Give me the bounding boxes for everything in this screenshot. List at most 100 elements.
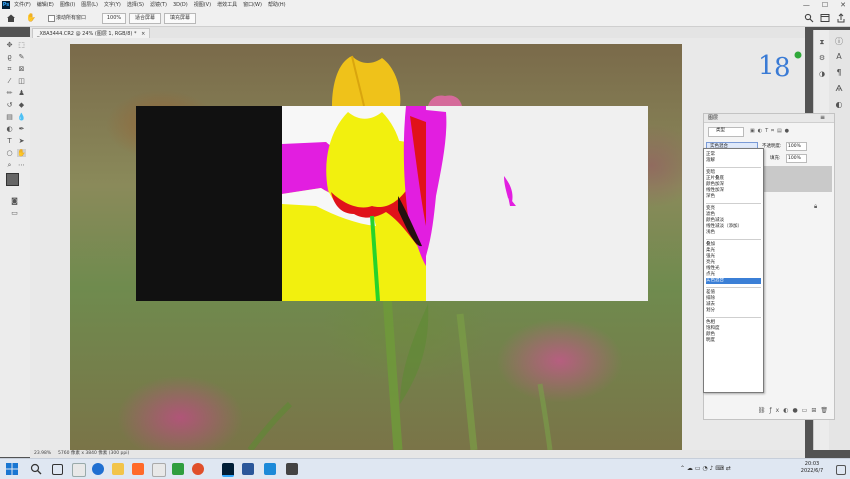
- app-icon-1[interactable]: [132, 463, 144, 475]
- move-tool-icon[interactable]: ✥: [5, 41, 14, 49]
- app-icon-5[interactable]: [264, 463, 276, 475]
- clock[interactable]: 20:03 2022/6/7: [792, 461, 832, 475]
- panel-menu-icon[interactable]: ≡: [820, 114, 825, 121]
- taskbar-search-icon[interactable]: [30, 463, 42, 475]
- blend-mode-option[interactable]: 明度: [706, 338, 761, 344]
- word-taskbar-icon[interactable]: [242, 463, 254, 475]
- frame-tool-icon[interactable]: ⊠: [17, 65, 26, 73]
- app-icon-4[interactable]: [192, 463, 204, 475]
- scroll-all-checkbox[interactable]: [48, 15, 55, 22]
- fill-screen-button[interactable]: 填充屏幕: [164, 13, 196, 24]
- app-icon-6[interactable]: [286, 463, 298, 475]
- history-panel-icon[interactable]: ⧗: [817, 38, 827, 48]
- zoom-tool-icon[interactable]: ⌕: [5, 161, 14, 169]
- type-tool-icon[interactable]: T: [5, 137, 14, 145]
- workspace-icon[interactable]: [820, 13, 830, 23]
- fill-input[interactable]: 100%: [786, 154, 807, 163]
- screen-mode-icon[interactable]: ▭: [10, 209, 19, 217]
- edge-browser-icon[interactable]: [92, 463, 104, 475]
- shape-tool-icon[interactable]: ○: [5, 149, 14, 157]
- file-explorer-icon[interactable]: [112, 463, 124, 475]
- svg-text:1: 1: [758, 51, 775, 81]
- marquee-tool-icon[interactable]: ⬚: [17, 41, 26, 49]
- layer-filter-icons[interactable]: ▣◐T⌗▤●: [750, 127, 820, 135]
- minimize-button[interactable]: —: [803, 0, 810, 10]
- hand-tool-icon[interactable]: ✋: [26, 13, 36, 23]
- lasso-tool-icon[interactable]: ϱ: [5, 53, 14, 61]
- layer-row-selected[interactable]: [760, 166, 832, 192]
- opacity-input[interactable]: 100%: [786, 142, 807, 151]
- blend-mode-option[interactable]: 浅色: [706, 230, 761, 236]
- history-brush-tool-icon[interactable]: ↺: [5, 101, 14, 109]
- layers-panel-header: [704, 114, 834, 123]
- glyphs-icon[interactable]: Ѧ: [833, 84, 845, 96]
- layer-filter-select[interactable]: [708, 127, 744, 137]
- spot-healing-tool-icon[interactable]: ◫: [17, 77, 26, 85]
- path-select-tool-icon[interactable]: ➤: [17, 137, 26, 145]
- menu-type[interactable]: 文字(Y): [104, 0, 121, 10]
- widgets-icon[interactable]: [72, 463, 86, 477]
- blend-mode-option[interactable]: 深色: [706, 194, 761, 200]
- menu-3d[interactable]: 3D(D): [173, 0, 188, 10]
- menu-window[interactable]: 窗口(W): [243, 0, 262, 10]
- foreground-color-swatch[interactable]: [6, 173, 19, 186]
- status-bar: 23.98% 5760 像素 x 3840 像素 (300 ppi): [30, 450, 805, 458]
- info-icon[interactable]: ⓘ: [833, 36, 845, 48]
- menu-edit[interactable]: 编辑(E): [37, 0, 54, 10]
- photoshop-logo-icon[interactable]: Ps: [2, 1, 10, 9]
- status-doc-info: 5760 像素 x 3840 像素 (300 ppi): [58, 451, 130, 456]
- character-icon[interactable]: A: [833, 52, 845, 64]
- lock-icon: 🔒︎: [814, 203, 818, 210]
- windows-start-icon[interactable]: [6, 463, 18, 475]
- gradient-tool-icon[interactable]: ▤: [5, 113, 14, 121]
- menu-view[interactable]: 视图(V): [194, 0, 211, 10]
- menu-select[interactable]: 选择(S): [127, 0, 144, 10]
- menu-layer[interactable]: 图层(L): [81, 0, 98, 10]
- fit-screen-button[interactable]: 适合屏幕: [129, 13, 161, 24]
- zoom-value-button[interactable]: 100%: [102, 13, 126, 24]
- menu-image[interactable]: 图像(I): [60, 0, 75, 10]
- status-zoom[interactable]: 23.98%: [34, 450, 51, 458]
- menu-plugins[interactable]: 增效工具: [217, 0, 237, 10]
- properties-panel-icon[interactable]: ⚙: [817, 54, 827, 64]
- task-view-icon[interactable]: [52, 464, 63, 475]
- blend-mode-option[interactable]: 溶解: [706, 158, 761, 164]
- menu-help[interactable]: 帮助(H): [268, 0, 286, 10]
- close-button[interactable]: ✕: [840, 0, 846, 10]
- layer-actions-icons[interactable]: ⛓ƒx◐●▭⊞🗑︎: [742, 406, 832, 416]
- blend-mode-option[interactable]: 实色混合: [706, 278, 761, 284]
- eraser-tool-icon[interactable]: ◆: [17, 101, 26, 109]
- pen-tool-icon[interactable]: ✒: [17, 125, 26, 133]
- quick-mask-icon[interactable]: ◙: [10, 197, 19, 205]
- clone-stamp-tool-icon[interactable]: ♟: [17, 89, 26, 97]
- menu-filter[interactable]: 滤镜(T): [150, 0, 167, 10]
- blur-tool-icon[interactable]: 💧: [17, 113, 26, 121]
- maximize-button[interactable]: ☐: [822, 0, 828, 10]
- paragraph-icon[interactable]: ¶: [833, 68, 845, 80]
- crop-tool-icon[interactable]: ⌗: [5, 65, 14, 73]
- dropdown-separator: [706, 286, 761, 288]
- app-icon-3[interactable]: [172, 463, 184, 475]
- brush-tool-icon[interactable]: ✏: [5, 89, 14, 97]
- document-tab-bar: _X8A3444.CR2 @ 24% (图层 1, RGB/8) * ×: [30, 27, 805, 39]
- home-icon[interactable]: [6, 13, 16, 23]
- system-tray-icons[interactable]: ⌃ ☁ ▭ ◔ ♪ ⌨ ⇄: [680, 465, 731, 472]
- blend-mode-option[interactable]: 划分: [706, 308, 761, 314]
- dodge-tool-icon[interactable]: ◐: [5, 125, 14, 133]
- adjustments-panel-icon[interactable]: ◑: [817, 70, 827, 80]
- menu-file[interactable]: 文件(F): [14, 0, 31, 10]
- color-icon[interactable]: ◐: [833, 100, 845, 112]
- quick-select-tool-icon[interactable]: ✎: [17, 53, 26, 61]
- app-icon-2[interactable]: [152, 463, 166, 477]
- tab-close-icon[interactable]: ×: [141, 31, 145, 37]
- notification-icon[interactable]: [836, 465, 846, 475]
- eyedropper-tool-icon[interactable]: ⁄: [5, 77, 14, 85]
- layer-row-background[interactable]: [760, 198, 832, 214]
- more-tools-icon[interactable]: ⋯: [17, 161, 26, 169]
- photoshop-taskbar-icon[interactable]: [222, 463, 234, 477]
- hand-tool-active-icon[interactable]: ✋: [17, 149, 26, 157]
- blend-result-image[interactable]: [136, 106, 648, 301]
- blend-mode-dropdown: 正常 溶解 变暗 正片叠底 颜色加深 线性加深 深色 变亮 滤色 颜色减淡 线性减淡（添加） 浅色 叠加…: [703, 148, 764, 393]
- search-icon[interactable]: [804, 13, 814, 23]
- share-icon[interactable]: [836, 13, 846, 23]
